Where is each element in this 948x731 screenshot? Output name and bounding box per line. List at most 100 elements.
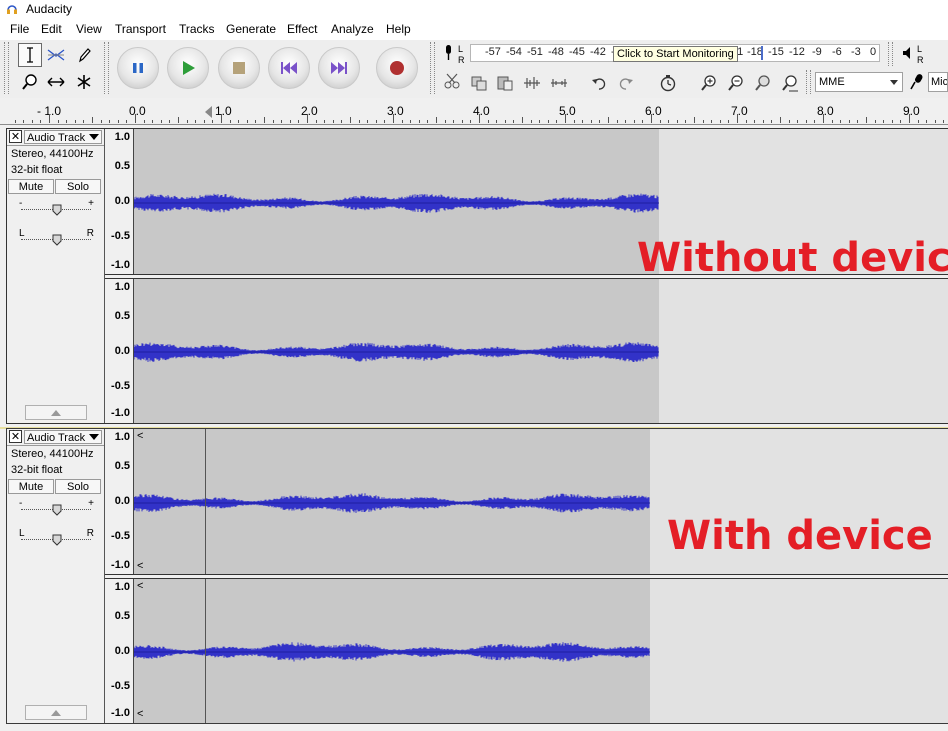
menu-generate[interactable]: Generate [226, 22, 276, 36]
scale-label: -1.0 [111, 259, 130, 271]
cut-icon[interactable] [440, 70, 464, 92]
audio-clip[interactable]: < < [134, 429, 650, 575]
skip-to-end-button[interactable] [318, 47, 360, 89]
mute-button[interactable]: Mute [8, 479, 54, 494]
menu-effect[interactable]: Effect [287, 22, 317, 36]
zoom-tool-icon[interactable] [18, 70, 42, 94]
meter-tick: -57 [485, 46, 501, 58]
track-name-dropdown[interactable]: Audio Track [24, 130, 102, 144]
close-track-button[interactable]: ✕ [9, 130, 22, 143]
close-track-button[interactable]: ✕ [9, 430, 22, 443]
ruler-tick [75, 120, 76, 123]
skip-to-start-button[interactable] [268, 47, 310, 89]
selection-tool-icon[interactable] [18, 43, 42, 67]
collapse-track-button[interactable] [25, 705, 87, 720]
time-shift-tool-icon[interactable] [44, 70, 68, 94]
menu-file[interactable]: File [10, 22, 29, 36]
redo-icon[interactable] [615, 72, 637, 94]
scale-label: -1.0 [111, 407, 130, 419]
clip-left-arrow-icon[interactable]: < [137, 708, 143, 720]
ruler-tick [823, 114, 824, 123]
monitoring-tooltip: Click to Start Monitoring [613, 46, 738, 62]
menu-help[interactable]: Help [386, 22, 411, 36]
trim-audio-icon[interactable] [521, 72, 543, 94]
solo-button[interactable]: Solo [55, 479, 101, 494]
record-button[interactable] [376, 47, 418, 89]
clip-left-arrow-icon[interactable]: < [137, 580, 143, 592]
paste-icon[interactable] [494, 72, 516, 94]
pause-button[interactable] [117, 47, 159, 89]
ruler-tick [367, 120, 368, 123]
ruler-tick [427, 120, 428, 123]
toolbar-grip[interactable] [4, 42, 9, 94]
sync-lock-icon[interactable] [657, 72, 679, 94]
ruler-tick [126, 120, 127, 123]
empty-track-area[interactable] [650, 579, 948, 723]
ruler-tick [152, 120, 153, 123]
ruler-tick [857, 120, 858, 123]
playback-meter-speaker-icon[interactable]: LR [900, 43, 926, 65]
audio-clip[interactable] [134, 279, 659, 423]
slider-thumb[interactable] [52, 204, 62, 216]
stop-button[interactable] [218, 47, 260, 89]
ruler-tick [212, 120, 213, 123]
menu-analyze[interactable]: Analyze [331, 22, 374, 36]
copy-icon[interactable] [468, 72, 490, 94]
collapse-track-button[interactable] [25, 405, 87, 420]
ruler-tick [445, 120, 446, 123]
ruler-tick [943, 120, 944, 123]
menu-view[interactable]: View [76, 22, 102, 36]
silence-audio-icon[interactable] [548, 72, 570, 94]
record-meter-mic-icon[interactable]: LR [440, 43, 468, 65]
zoom-in-icon[interactable] [698, 72, 720, 94]
timeline-ruler[interactable]: - 1.0 0.0 1.0 2.0 3.0 4.0 5.0 6.0 7.0 8.… [0, 98, 948, 125]
toolbar-grip[interactable] [430, 42, 435, 94]
audio-host-select[interactable]: MME [815, 72, 903, 92]
clip-left-arrow-icon[interactable]: < [137, 430, 143, 442]
pan-slider[interactable]: L R [19, 228, 94, 246]
gain-slider[interactable]: - + [19, 198, 94, 216]
menu-edit[interactable]: Edit [41, 22, 62, 36]
track-name-dropdown[interactable]: Audio Track [24, 430, 102, 444]
envelope-tool-icon[interactable] [44, 43, 68, 67]
gain-minus: - [19, 198, 23, 209]
toolbar-grip[interactable] [104, 42, 109, 94]
audio-clip[interactable]: < < [134, 579, 650, 723]
multi-tool-icon[interactable] [72, 70, 96, 94]
draw-tool-icon[interactable] [72, 43, 96, 67]
vertical-scale[interactable]: 1.0 0.5 0.0 -0.5 -1.0 [105, 579, 134, 723]
slider-thumb[interactable] [52, 534, 62, 546]
menu-transport[interactable]: Transport [115, 22, 166, 36]
ruler-tick [169, 120, 170, 123]
slider-thumb[interactable] [52, 234, 62, 246]
audio-clip[interactable] [134, 129, 659, 275]
play-button[interactable] [167, 47, 209, 89]
gain-slider[interactable]: - + [19, 498, 94, 516]
ruler-tick [582, 120, 583, 123]
fit-selection-icon[interactable] [752, 72, 774, 94]
vertical-scale[interactable]: 1.0 0.5 0.0 -0.5 -1.0 [105, 429, 134, 575]
scale-label: -1.0 [111, 559, 130, 571]
ruler-tick [436, 117, 437, 123]
vertical-scale[interactable]: 1.0 0.5 0.0 -0.5 -1.0 [105, 279, 134, 423]
toolbar-grip[interactable] [888, 42, 893, 66]
mute-button[interactable]: Mute [8, 179, 54, 194]
recording-device-select[interactable]: Mic [928, 72, 948, 92]
vertical-scale[interactable]: 1.0 0.5 0.0 -0.5 -1.0 [105, 129, 134, 275]
clip-left-arrow-icon[interactable]: < [137, 560, 143, 572]
solo-button[interactable]: Solo [55, 179, 101, 194]
ruler-tick [32, 120, 33, 123]
empty-track-area[interactable] [659, 279, 948, 423]
toolbar-grip[interactable] [806, 70, 811, 94]
slider-thumb[interactable] [52, 504, 62, 516]
undo-icon[interactable] [588, 72, 610, 94]
pan-slider[interactable]: L R [19, 528, 94, 546]
ruler-label: 4.0 [473, 104, 490, 118]
fit-project-icon[interactable] [779, 72, 801, 94]
menu-tracks[interactable]: Tracks [179, 22, 215, 36]
track-header: ✕ Audio Track [7, 129, 104, 146]
ruler-tick [49, 114, 50, 123]
ruler-tick [737, 114, 738, 123]
ruler-tick [660, 120, 661, 123]
zoom-out-icon[interactable] [725, 72, 747, 94]
